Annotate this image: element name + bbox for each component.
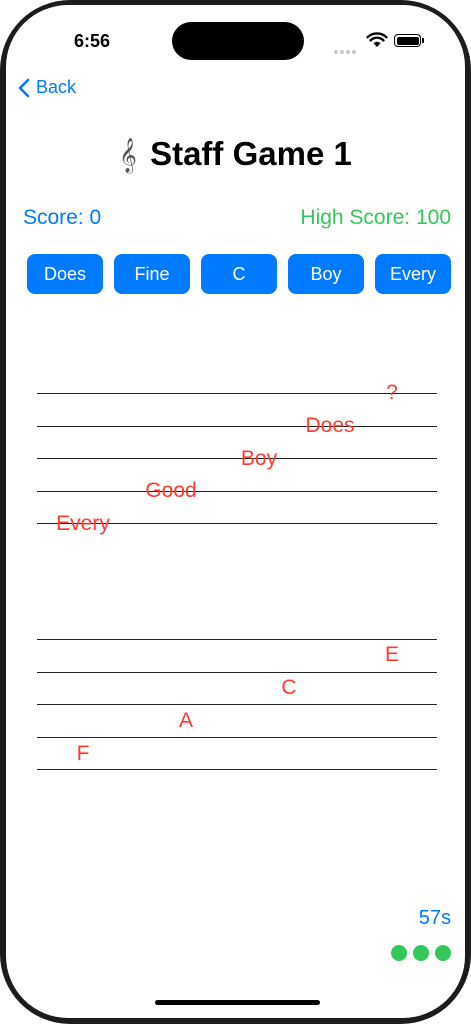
answer-button-every[interactable]: Every [375,254,451,294]
line-note-good: Good [145,479,197,502]
staff-line [37,736,437,738]
life-dot [435,945,451,961]
line-note-every: Every [56,512,110,535]
high-score-label: High Score: 100 [300,206,451,229]
staff-line [37,704,437,706]
chevron-left-icon [18,78,30,97]
battery-icon [394,34,424,47]
staff-line [37,393,437,395]
answer-button-does[interactable]: Does [27,254,103,294]
space-note-e: E [384,643,400,666]
staff-line [37,425,437,427]
staff-line [37,769,437,771]
score-label: Score: 0 [23,206,102,229]
screen: 6:56 Back 𝄞 Staff Game 1 Score: 0 High S… [6,5,465,1018]
cellular-signal-icon [334,41,358,59]
status-time: 6:56 [74,31,111,51]
title-text: Staff Game 1 [150,135,352,172]
space-note-c: C [281,676,297,699]
wifi-icon [366,32,388,47]
answer-button-boy[interactable]: Boy [288,254,364,294]
staff-line [37,490,437,492]
staff-line [37,671,437,673]
staff-line [37,639,437,641]
dynamic-island [172,22,304,60]
question-note: ? [386,381,398,404]
page-title: 𝄞 Staff Game 1 [6,135,465,173]
answer-buttons: Does Fine C Boy Every [27,254,451,294]
space-note-a: A [178,709,194,732]
timer-label: 57s [418,907,451,929]
answer-button-fine[interactable]: Fine [114,254,190,294]
line-note-boy: Boy [240,447,278,470]
line-note-does: Does [305,414,355,437]
lives-indicator [385,945,451,961]
life-dot [413,945,429,961]
answer-button-c[interactable]: C [201,254,277,294]
home-indicator[interactable] [155,1000,320,1005]
life-dot [391,945,407,961]
back-label: Back [36,77,77,97]
staff-line [37,458,437,460]
space-note-f: F [76,742,90,765]
device-frame: 6:56 Back 𝄞 Staff Game 1 Score: 0 High S… [0,0,471,1024]
treble-clef-icon: 𝄞 [119,138,137,173]
back-button[interactable]: Back [18,77,76,98]
